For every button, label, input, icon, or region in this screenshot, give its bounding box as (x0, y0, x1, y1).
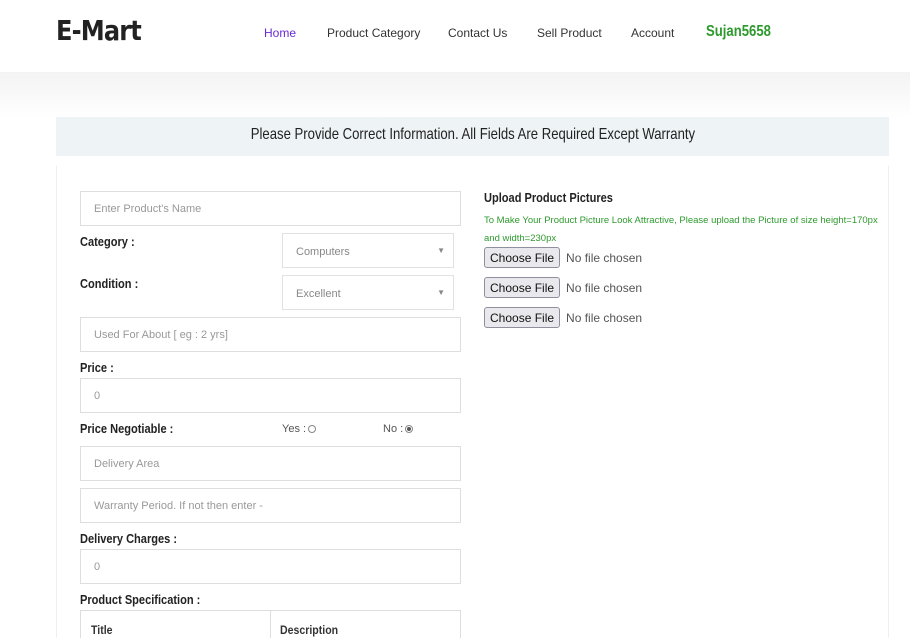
file-input-1: Choose File No file chosen (484, 247, 642, 268)
file-input-2: Choose File No file chosen (484, 277, 642, 298)
spec-header-title: Title (81, 611, 271, 638)
spec-header-title-text: Title (91, 623, 113, 637)
category-select[interactable]: Computers ▼ (282, 233, 454, 268)
product-name-input[interactable] (80, 191, 461, 226)
negotiable-no-label: No : (383, 423, 404, 435)
delivery-charges-label: Delivery Charges : (80, 531, 178, 546)
condition-value: Excellent (296, 288, 341, 300)
category-label: Category : (80, 234, 135, 249)
negotiable-no-radio[interactable] (405, 425, 414, 433)
chevron-down-icon: ▼ (437, 246, 445, 255)
upload-hint: To Make Your Product Picture Look Attrac… (484, 215, 878, 244)
negotiable-no-option[interactable]: No : (383, 423, 414, 435)
condition-select[interactable]: Excellent ▼ (282, 275, 454, 310)
choose-file-button[interactable]: Choose File (484, 307, 561, 328)
file-status: No file chosen (566, 310, 643, 325)
nav-home[interactable]: Home (264, 26, 296, 40)
price-label: Price : (80, 360, 114, 375)
spec-header-description-text: Description (280, 623, 339, 637)
nav-sell-product[interactable]: Sell Product (537, 26, 602, 40)
condition-label: Condition : (80, 276, 139, 291)
notice-banner: Please Provide Correct Information. All … (56, 117, 889, 156)
nav-account[interactable]: Account (631, 26, 674, 40)
category-value: Computers (296, 246, 350, 258)
choose-file-button[interactable]: Choose File (484, 277, 561, 298)
price-input[interactable] (80, 378, 461, 413)
notice-text: Please Provide Correct Information. All … (250, 126, 695, 143)
spec-header-description: Description (271, 611, 461, 638)
brand-logo[interactable]: E-Mart (56, 14, 142, 47)
price-negotiable-label: Price Negotiable : (80, 421, 174, 436)
delivery-charges-input[interactable] (80, 549, 461, 584)
nav-contact-us[interactable]: Contact Us (448, 26, 507, 40)
negotiable-yes-label: Yes : (282, 423, 307, 435)
file-status: No file chosen (566, 250, 643, 265)
nav-product-category[interactable]: Product Category (327, 26, 420, 40)
negotiable-yes-option[interactable]: Yes : (282, 423, 317, 435)
warranty-input[interactable] (80, 488, 461, 523)
file-status: No file chosen (566, 280, 643, 295)
nav-user[interactable]: Sujan5658 (706, 23, 771, 41)
upload-title: Upload Product Pictures (484, 190, 613, 205)
specification-table: Title Description (80, 610, 461, 638)
negotiable-yes-radio[interactable] (308, 425, 317, 433)
chevron-down-icon: ▼ (437, 288, 445, 297)
used-for-input[interactable] (80, 317, 461, 352)
file-input-3: Choose File No file chosen (484, 307, 642, 328)
product-specification-label: Product Specification : (80, 592, 201, 607)
header-shadow (0, 72, 910, 118)
choose-file-button[interactable]: Choose File (484, 247, 561, 268)
delivery-area-input[interactable] (80, 446, 461, 481)
